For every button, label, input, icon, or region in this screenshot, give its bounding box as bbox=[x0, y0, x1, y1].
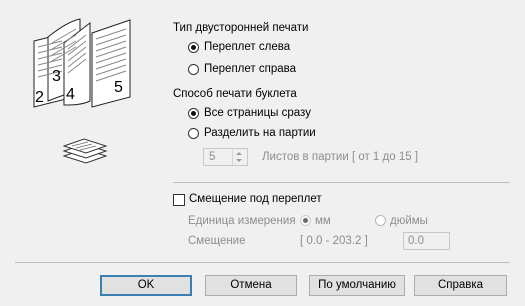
footer-divider bbox=[15, 262, 510, 263]
sheets-per-batch-stepper[interactable]: 5 bbox=[203, 148, 248, 166]
radio-unit-mm[interactable]: мм bbox=[298, 213, 358, 229]
booklet-method-heading: Способ печати буклета bbox=[173, 88, 297, 100]
page-number-3: 3 bbox=[52, 68, 61, 85]
arrow-up-icon[interactable] bbox=[236, 152, 242, 155]
arrow-down-icon[interactable] bbox=[236, 159, 242, 162]
radio-unit-inches-indicator[interactable] bbox=[375, 215, 386, 226]
default-button[interactable]: По умолчанию bbox=[309, 275, 405, 296]
offset-input[interactable]: 0.0 bbox=[403, 232, 450, 250]
radio-bind-left-label: Переплет слева bbox=[204, 41, 291, 53]
radio-unit-mm-label: мм bbox=[315, 215, 331, 227]
radio-all-pages[interactable]: Все страницы сразу bbox=[186, 106, 336, 122]
binding-offset-checkbox[interactable] bbox=[173, 194, 185, 206]
radio-unit-mm-indicator[interactable] bbox=[300, 215, 311, 226]
page-number-2: 2 bbox=[35, 89, 44, 106]
booklet-illustration: 3 2 4 5 bbox=[30, 15, 140, 110]
sheets-per-batch-label: Листов в партии [ от 1 до 15 ] bbox=[262, 151, 419, 163]
binding-offset-label: Смещение под переплет bbox=[189, 193, 322, 205]
radio-split-batches-label: Разделить на партии bbox=[204, 127, 316, 139]
offset-label: Смещение bbox=[188, 235, 246, 247]
radio-all-pages-label: Все страницы сразу bbox=[204, 107, 311, 119]
radio-unit-inches-label: дюймы bbox=[390, 215, 428, 227]
radio-split-batches[interactable]: Разделить на партии bbox=[186, 126, 336, 142]
page-number-4: 4 bbox=[66, 86, 75, 103]
radio-bind-left[interactable]: Переплет слева bbox=[186, 40, 326, 56]
cancel-button[interactable]: Отмена bbox=[205, 275, 297, 296]
radio-bind-left-indicator[interactable] bbox=[188, 42, 199, 53]
section-divider bbox=[173, 182, 510, 183]
offset-range: [ 0.0 - 203.2 ] bbox=[300, 235, 368, 247]
unit-label: Единица измерения bbox=[188, 215, 296, 227]
radio-unit-inches[interactable]: дюймы bbox=[373, 213, 443, 229]
sheets-per-batch-value: 5 bbox=[209, 151, 216, 163]
radio-all-pages-indicator[interactable] bbox=[188, 108, 199, 119]
radio-bind-right[interactable]: Переплет справа bbox=[186, 62, 326, 78]
ok-button[interactable]: OK bbox=[100, 275, 192, 296]
radio-bind-right-indicator[interactable] bbox=[188, 64, 199, 75]
radio-split-batches-indicator[interactable] bbox=[188, 128, 199, 139]
paper-stack-icon bbox=[60, 137, 112, 167]
page-number-5: 5 bbox=[114, 79, 123, 96]
duplex-type-heading: Тип двусторонней печати bbox=[173, 22, 309, 34]
binding-offset-option[interactable]: Смещение под переплет bbox=[172, 192, 372, 208]
offset-value: 0.0 bbox=[408, 235, 424, 247]
help-button[interactable]: Справка bbox=[414, 275, 507, 296]
radio-bind-right-label: Переплет справа bbox=[204, 63, 297, 75]
stepper-arrows[interactable] bbox=[232, 149, 247, 165]
